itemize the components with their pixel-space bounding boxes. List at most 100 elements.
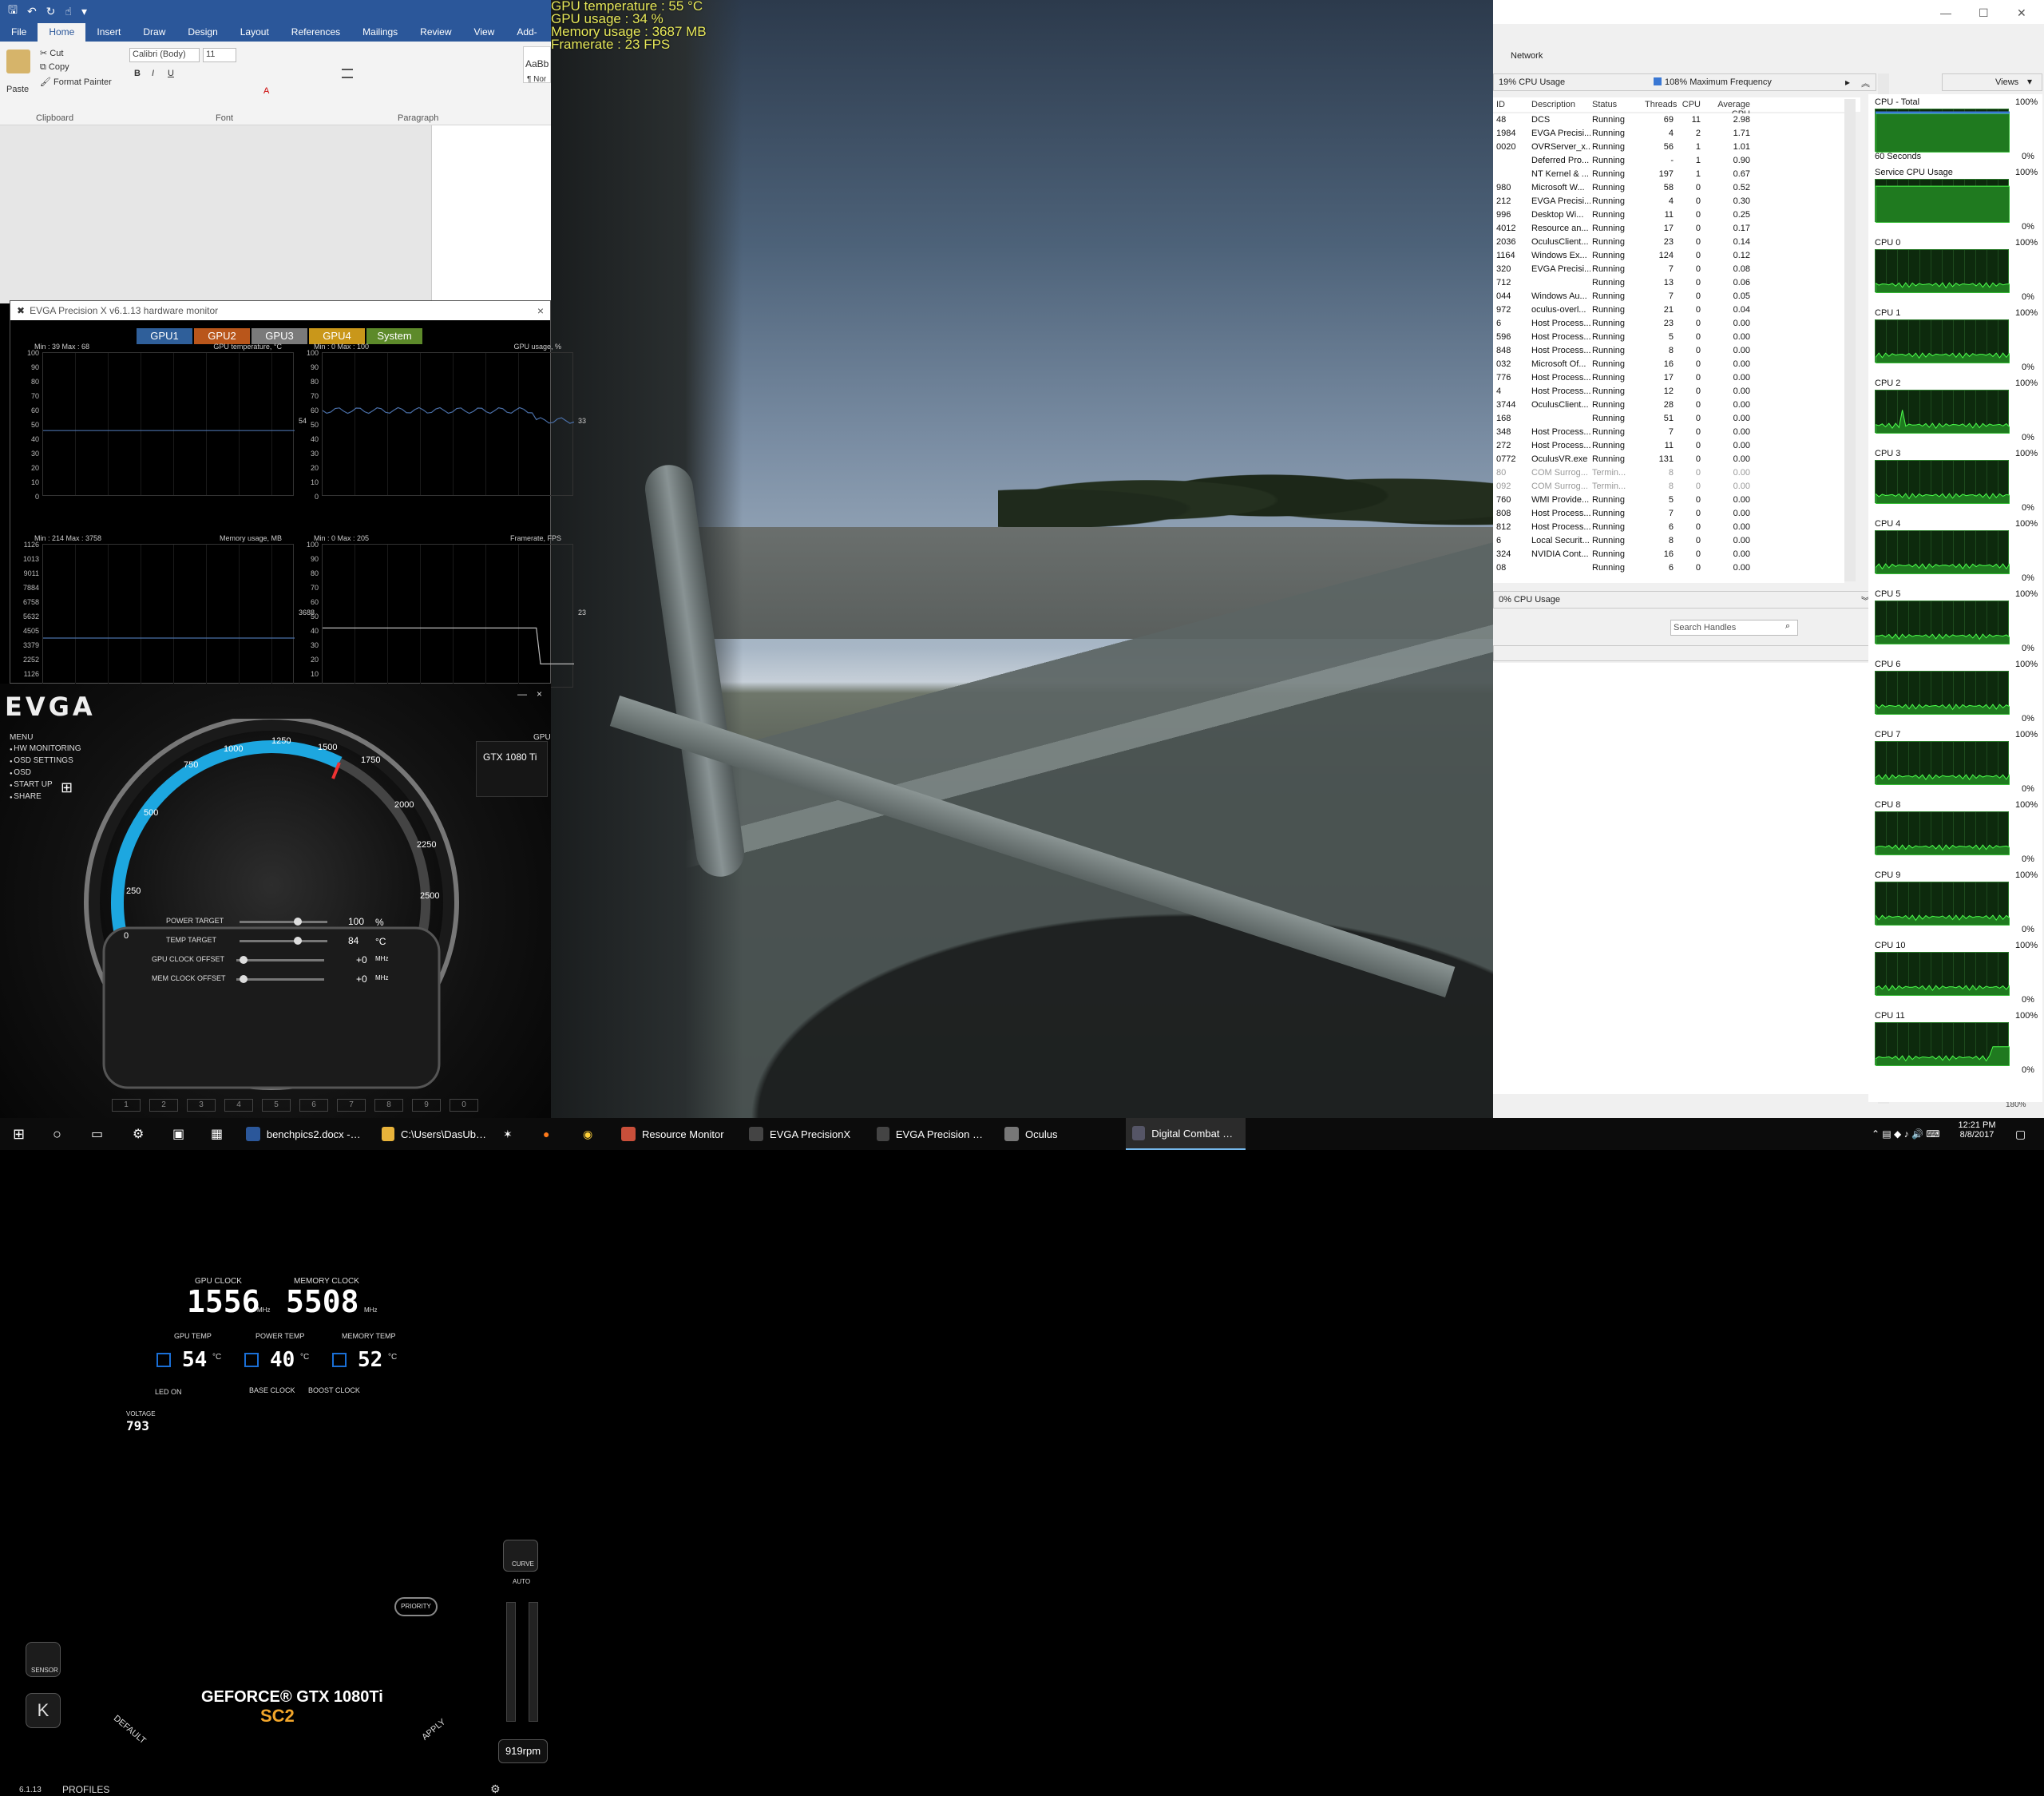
notifications-icon[interactable]: ▢ xyxy=(2009,1118,2032,1150)
paste-icon[interactable] xyxy=(6,50,30,73)
table-row[interactable]: 980 Microsoft W... Running 58 0 0.52 xyxy=(1493,181,1844,195)
profile-3[interactable]: 3 xyxy=(187,1099,216,1112)
document-page[interactable] xyxy=(431,125,551,303)
table-row[interactable]: 712 Running 13 0 0.06 xyxy=(1493,276,1844,290)
table-row[interactable]: 092 COM Surrog... Termin... 8 0 0.00 xyxy=(1493,480,1844,494)
font-size-select[interactable]: 11 xyxy=(203,48,236,62)
profile-8[interactable]: 8 xyxy=(374,1099,403,1112)
table-row[interactable]: 80 COM Surrog... Termin... 8 0 0.00 xyxy=(1493,466,1844,480)
slider-handle[interactable] xyxy=(294,937,302,945)
tab-references[interactable]: References xyxy=(280,23,351,42)
menu-item-osd[interactable]: ● OSD xyxy=(10,768,81,780)
table-row[interactable]: 996 Desktop Wi... Running 11 0 0.25 xyxy=(1493,208,1844,222)
tab-mailings[interactable]: Mailings xyxy=(351,23,409,42)
close-icon[interactable]: × xyxy=(537,304,544,317)
boost-clock-button[interactable]: BOOST CLOCK xyxy=(308,1386,360,1394)
minimize-icon[interactable]: — xyxy=(1940,6,1951,19)
cpu-section-header[interactable]: 19% CPU Usage 108% Maximum Frequency ︽ xyxy=(1493,73,1876,91)
led-on-label[interactable]: LED ON xyxy=(155,1388,182,1396)
font-name-select[interactable]: Calibri (Body) xyxy=(129,48,200,62)
underline-button[interactable]: U xyxy=(168,69,174,78)
table-row[interactable]: 320 EVGA Precisi... Running 7 0 0.08 xyxy=(1493,263,1844,276)
collapse-icon[interactable]: ︽ xyxy=(1861,77,1870,89)
slider-track[interactable] xyxy=(240,921,327,923)
slider-track[interactable] xyxy=(236,959,324,961)
table-row[interactable]: 044 Windows Au... Running 7 0 0.05 xyxy=(1493,290,1844,303)
monitor-icon[interactable]: ▣ xyxy=(166,1118,191,1150)
task-view-icon[interactable]: ▭ xyxy=(85,1118,109,1150)
start-icon[interactable]: ⊞ xyxy=(6,1118,31,1150)
italic-button[interactable]: I xyxy=(152,69,154,78)
pane-toggle-icon[interactable]: ▸ xyxy=(1845,77,1850,88)
profile-6[interactable]: 6 xyxy=(299,1099,328,1112)
profile-5[interactable]: 5 xyxy=(262,1099,291,1112)
table-row[interactable]: 168 Running 51 0 0.00 xyxy=(1493,412,1844,426)
gpu-temp-led[interactable] xyxy=(156,1353,171,1367)
chrome-icon[interactable]: ◉ xyxy=(576,1118,599,1150)
tab-file[interactable]: File xyxy=(0,23,38,42)
table-row[interactable]: 212 EVGA Precisi... Running 4 0 0.30 xyxy=(1493,195,1844,208)
tab-network[interactable]: Network xyxy=(1511,51,1543,61)
cut-button[interactable]: ✂ Cut xyxy=(40,48,63,58)
customize-qat-icon[interactable]: ▾ xyxy=(81,5,87,18)
firefox-icon[interactable]: ● xyxy=(537,1118,556,1150)
profile-2[interactable]: 2 xyxy=(149,1099,178,1112)
disk-section-header[interactable]: 0% CPU Usage ︾ xyxy=(1493,591,1876,609)
table-row[interactable]: 808 Host Process... Running 7 0 0.00 xyxy=(1493,507,1844,521)
menu-item-osd-settings[interactable]: ● OSD SETTINGS xyxy=(10,756,81,768)
table-row[interactable]: 760 WMI Provide... Running 5 0 0.00 xyxy=(1493,494,1844,507)
gpu-select[interactable]: GTX 1080 Ti xyxy=(476,741,548,797)
table-row[interactable]: 972 oculus-overl... Running 21 0 0.04 xyxy=(1493,303,1844,317)
close-icon[interactable]: ✕ xyxy=(2017,6,2026,20)
fan-slider-1[interactable] xyxy=(506,1602,516,1722)
table-row[interactable]: 032 Microsoft Of... Running 16 0 0.00 xyxy=(1493,358,1844,371)
search-icon[interactable]: ⌕ xyxy=(1785,621,1790,632)
close-icon[interactable]: × xyxy=(537,688,542,700)
views-button[interactable]: Views xyxy=(1995,77,2018,87)
table-row[interactable]: 2036 OculusClient... Running 23 0 0.14 xyxy=(1493,236,1844,249)
base-clock-button[interactable]: BASE CLOCK xyxy=(249,1386,295,1394)
search-handles-input[interactable]: Search Handles xyxy=(1670,620,1798,636)
tab-view[interactable]: View xyxy=(463,23,506,42)
table-row[interactable]: 6 Local Securit... Running 8 0 0.00 xyxy=(1493,534,1844,548)
tab-review[interactable]: Review xyxy=(409,23,462,42)
table-row[interactable]: 4012 Resource an... Running 17 0 0.17 xyxy=(1493,222,1844,236)
table-row[interactable]: 0772 OculusVR.exe Running 131 0 0.00 xyxy=(1493,453,1844,466)
column-header[interactable]: CPU xyxy=(1677,100,1701,109)
gpu-tab-system[interactable]: System xyxy=(366,328,422,344)
table-row[interactable]: 6 Host Process... Running 23 0 0.00 xyxy=(1493,317,1844,331)
table-row[interactable]: 1164 Windows Ex... Running 124 0 0.12 xyxy=(1493,249,1844,263)
tray-clock[interactable]: 12:21 PM 8/8/2017 xyxy=(1953,1120,2001,1140)
gpu-tab-gpu1[interactable]: GPU1 xyxy=(137,328,192,344)
tab-insert[interactable]: Insert xyxy=(85,23,132,42)
touch-mode-icon[interactable]: ☝ xyxy=(65,5,72,18)
process-scrollbar[interactable] xyxy=(1844,99,1856,581)
game-viewport[interactable] xyxy=(551,0,1493,1118)
k-boost-button[interactable]: K xyxy=(26,1693,61,1728)
settings-gear-icon[interactable]: ⚙ xyxy=(490,1782,501,1796)
table-row[interactable]: 08 Running 6 0 0.00 xyxy=(1493,561,1844,575)
taskbar-item[interactable]: Digital Combat Sim... xyxy=(1126,1118,1246,1150)
column-header[interactable]: Status xyxy=(1592,100,1640,109)
tab-home[interactable]: Home xyxy=(38,23,86,42)
tab-draw[interactable]: Draw xyxy=(132,23,176,42)
profile-1[interactable]: 1 xyxy=(112,1099,141,1112)
tab-design[interactable]: Design xyxy=(176,23,228,42)
table-row[interactable]: 0020 OVRServer_x... Running 56 1 1.01 xyxy=(1493,141,1844,154)
tab-layout[interactable]: Layout xyxy=(229,23,280,42)
profile-7[interactable]: 7 xyxy=(337,1099,366,1112)
views-dropdown-icon[interactable]: ▾ xyxy=(2027,76,2032,87)
save-icon[interactable]: 🖫 xyxy=(8,2,18,21)
sensor-button[interactable]: SENSOR xyxy=(26,1642,61,1677)
tab-addins[interactable]: Add- xyxy=(505,23,548,42)
slider-handle[interactable] xyxy=(240,956,248,964)
taskbar-item[interactable]: Resource Monitor xyxy=(615,1118,735,1150)
table-row[interactable]: 3744 OculusClient... Running 28 0 0.00 xyxy=(1493,398,1844,412)
fan-slider-2[interactable] xyxy=(529,1602,538,1722)
taskbar-item[interactable]: EVGA PrecisionX xyxy=(743,1118,862,1150)
calculator-icon[interactable]: ▦ xyxy=(204,1118,229,1150)
windows-icon[interactable]: ⊞ xyxy=(61,779,73,796)
table-row[interactable]: 812 Host Process... Running 6 0 0.00 xyxy=(1493,521,1844,534)
gpu-tab-gpu2[interactable]: GPU2 xyxy=(194,328,250,344)
style-normal[interactable]: ¶ Nor xyxy=(527,75,546,84)
